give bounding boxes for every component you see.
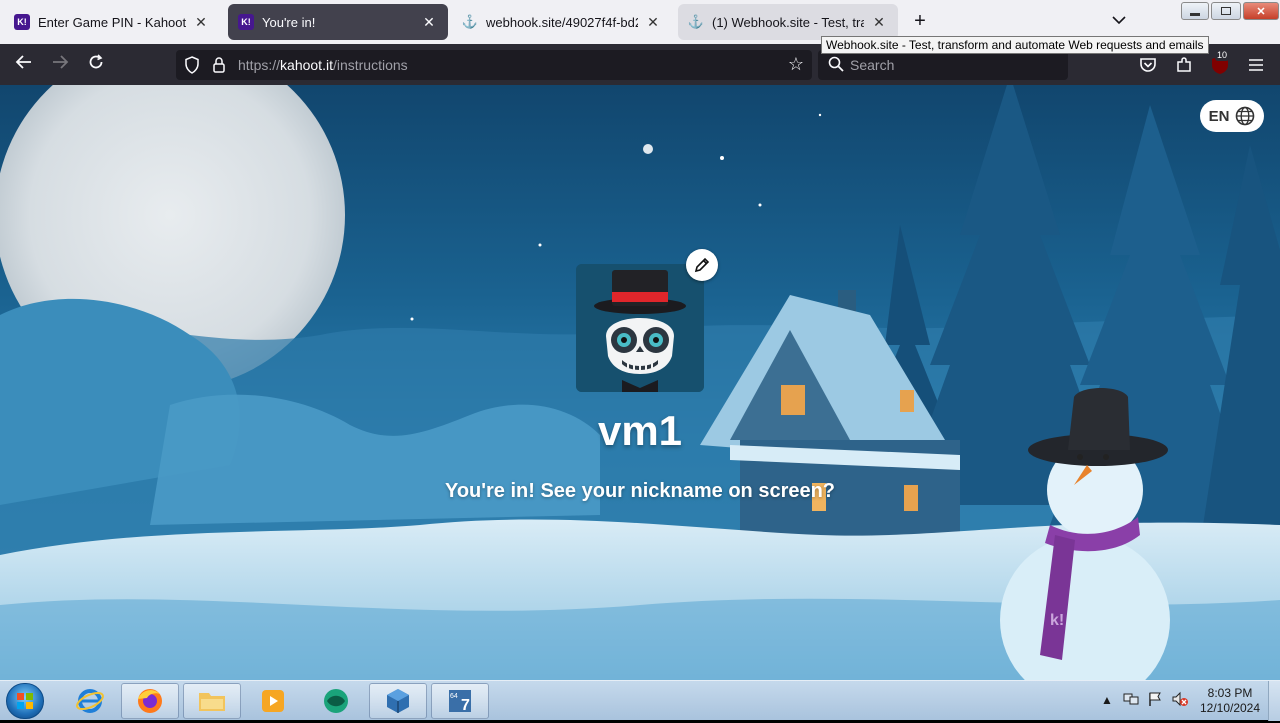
language-label: EN <box>1208 107 1230 125</box>
clock-date: 12/10/2024 <box>1199 701 1261 715</box>
url-scheme: https:// <box>238 57 281 73</box>
restore-button[interactable] <box>1211 2 1241 20</box>
new-tab-button[interactable]: + <box>910 10 930 32</box>
green-globe-icon[interactable] <box>307 683 365 719</box>
app-7-icon[interactable]: 7 64 <box>431 683 489 719</box>
url-path: /instructions <box>332 57 408 73</box>
extension-badge: 10 <box>1215 50 1230 61</box>
reload-icon <box>89 54 103 69</box>
close-window-button[interactable]: ✕ <box>1243 2 1279 20</box>
star <box>538 243 542 247</box>
pocket-icon[interactable] <box>1137 54 1159 76</box>
tab-youre-in[interactable]: K! You're in! ✕ <box>228 4 448 40</box>
star <box>720 156 724 160</box>
file-explorer-icon[interactable] <box>183 683 241 719</box>
webhook-icon: ⚓ <box>687 14 705 29</box>
volume-muted-icon[interactable] <box>1171 691 1189 710</box>
list-all-tabs-button[interactable] <box>1112 12 1126 28</box>
back-button[interactable] <box>12 53 36 77</box>
menu-icon[interactable] <box>1245 54 1267 76</box>
lock-icon[interactable] <box>212 56 226 79</box>
player-avatar[interactable] <box>576 264 704 392</box>
system-clock[interactable]: 8:03 PM 12/10/2024 <box>1192 686 1268 716</box>
extensions-icon[interactable] <box>1173 54 1195 76</box>
close-icon[interactable]: ✕ <box>192 14 210 31</box>
search-placeholder: Search <box>850 57 895 73</box>
kahoot-icon: K! <box>238 14 254 30</box>
star <box>818 113 822 117</box>
star <box>758 203 762 207</box>
tab-tooltip: Webhook.site - Test, transform and autom… <box>821 36 1209 54</box>
action-center-flag-icon[interactable] <box>1147 691 1163 710</box>
tab-title: (1) Webhook.site - Test, transfo <box>712 14 864 30</box>
minimize-button[interactable] <box>1181 2 1209 20</box>
media-player-icon[interactable] <box>244 683 302 719</box>
close-icon[interactable]: ✕ <box>870 14 888 31</box>
windows-taskbar: 7 64 ▲ 8:03 PM 12/10/2024 <box>0 680 1280 721</box>
close-icon[interactable]: ✕ <box>420 14 438 31</box>
tab-title: You're in! <box>262 14 316 30</box>
joined-message: You're in! See your nickname on screen? <box>444 480 836 502</box>
star <box>643 144 653 154</box>
kahoot-icon: K! <box>14 14 30 30</box>
tab-enter-game-pin[interactable]: K! Enter Game PIN - Kahoot! ✕ <box>4 4 220 40</box>
network-icon[interactable] <box>1123 691 1139 710</box>
tab-title: webhook.site/49027f4f-bd25-4f <box>486 14 638 30</box>
arrow-left-icon <box>15 55 31 69</box>
address-bar[interactable]: https://kahoot.it/instructions ☆ <box>176 50 812 80</box>
star <box>410 317 414 321</box>
chevron-down-icon <box>1112 16 1126 25</box>
player-nickname: vm1 <box>597 407 683 454</box>
tab-title: Enter Game PIN - Kahoot! <box>38 14 186 30</box>
tab-webhook-url[interactable]: ⚓ webhook.site/49027f4f-bd25-4f ✕ <box>452 4 672 40</box>
pencil-icon <box>694 257 710 273</box>
bookmark-star-icon[interactable]: ☆ <box>788 54 804 75</box>
kahoot-lobby-page: k! EN vm1 You're in! See your nickname o… <box>0 85 1280 680</box>
firefox-icon[interactable] <box>121 683 179 719</box>
show-hidden-icons-button[interactable]: ▲ <box>1101 693 1113 707</box>
globe-icon <box>1236 106 1255 126</box>
url-host: kahoot.it <box>280 57 333 73</box>
snowman-scarf-label: k! <box>1050 612 1064 629</box>
windows-logo-icon <box>17 693 33 709</box>
reload-button[interactable] <box>84 53 108 77</box>
forward-button[interactable] <box>48 53 72 77</box>
close-icon[interactable]: ✕ <box>644 14 662 31</box>
start-button[interactable] <box>6 683 44 719</box>
show-desktop-button[interactable] <box>1268 681 1280 721</box>
skeleton-top-hat-avatar <box>576 264 704 392</box>
svg-text:64: 64 <box>450 693 458 700</box>
virtualbox-icon[interactable] <box>369 683 427 719</box>
svg-text:7: 7 <box>461 697 470 714</box>
url-text: https://kahoot.it/instructions <box>238 57 408 73</box>
internet-explorer-icon[interactable] <box>61 683 119 719</box>
webhook-icon: ⚓ <box>461 14 479 29</box>
shield-icon[interactable] <box>184 56 200 79</box>
arrow-right-icon <box>53 55 69 69</box>
search-input[interactable]: Search <box>818 50 1068 80</box>
search-icon <box>828 56 844 77</box>
language-selector[interactable]: EN <box>1200 100 1264 132</box>
edit-avatar-button[interactable] <box>686 249 718 281</box>
tab-webhook-site[interactable]: ⚓ (1) Webhook.site - Test, transfo ✕ <box>678 4 898 40</box>
clock-time: 8:03 PM <box>1207 686 1253 700</box>
